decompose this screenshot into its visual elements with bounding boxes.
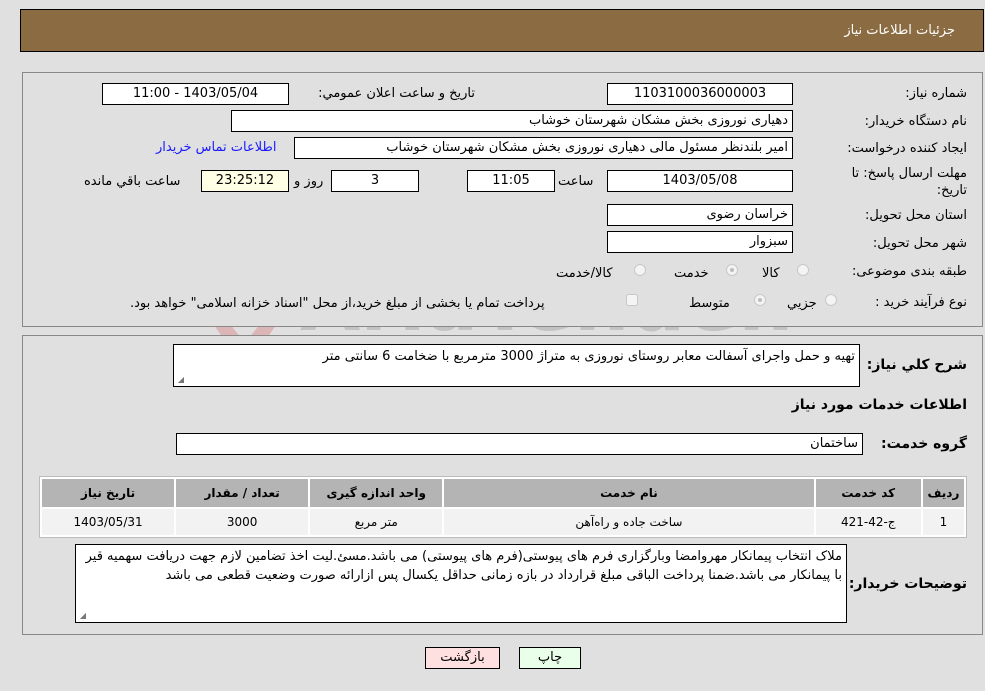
- category-option-goods: کالا: [762, 266, 780, 281]
- cell-service-code: ج-42-421: [815, 509, 921, 535]
- summary-text: تهیه و حمل واجرای آسفالت معابر روستای نو…: [322, 349, 855, 364]
- category-radio-goods-service[interactable]: [634, 264, 646, 276]
- back-button[interactable]: بازگشت: [425, 647, 500, 669]
- buyer-contact-link[interactable]: اطلاعات تماس خریدار: [156, 140, 276, 155]
- service-group-label: گروه خدمت:: [881, 436, 967, 452]
- city-label: شهر محل تحویل:: [872, 236, 967, 251]
- service-group-field[interactable]: ساختمان: [176, 433, 863, 455]
- days-label: روز و: [294, 174, 324, 189]
- purchase-radio-minor[interactable]: [825, 294, 837, 306]
- col-service-name: نام خدمت: [444, 479, 814, 507]
- time-remaining-field: 23:25:12: [201, 170, 289, 192]
- treasury-checkbox[interactable]: [626, 294, 638, 306]
- col-quantity: تعداد / مقدار: [176, 479, 309, 507]
- services-table: ردیف کد خدمت نام خدمت واحد اندازه گیری ت…: [39, 476, 967, 538]
- deadline-time-label: ساعت: [558, 174, 594, 189]
- category-radio-service[interactable]: [726, 264, 738, 276]
- requester-label: ایجاد کننده درخواست:: [847, 141, 967, 156]
- buyer-notes-label: توضیحات خریدار:: [848, 576, 967, 592]
- cell-need-date: 1403/05/31: [42, 509, 175, 535]
- purchase-option-minor: جزيي: [787, 296, 817, 311]
- print-button[interactable]: چاپ: [519, 647, 581, 669]
- page-title: جزئیات اطلاعات نیاز: [844, 23, 955, 38]
- cell-row-number: 1: [922, 509, 964, 535]
- time-remaining-label: ساعت باقي مانده: [84, 174, 181, 189]
- col-service-code: کد خدمت: [815, 479, 921, 507]
- buyer-org-field[interactable]: دهیاری نوروزی بخش مشکان شهرستان خوشاب: [231, 110, 793, 132]
- purchase-option-medium: متوسط: [689, 296, 730, 311]
- services-table-wrap: ردیف کد خدمت نام خدمت واحد اندازه گیری ت…: [39, 476, 967, 538]
- cell-unit: متر مربع: [310, 509, 443, 535]
- buyer-org-label: نام دستگاه خریدار:: [864, 114, 967, 129]
- table-header-row: ردیف کد خدمت نام خدمت واحد اندازه گیری ت…: [42, 479, 964, 507]
- purchase-radio-medium[interactable]: [754, 294, 766, 306]
- summary-textarea[interactable]: تهیه و حمل واجرای آسفالت معابر روستای نو…: [173, 344, 860, 387]
- days-remaining-field[interactable]: 3: [331, 170, 419, 192]
- announce-datetime-label: تاریخ و ساعت اعلان عمومي:: [318, 86, 475, 101]
- province-label: استان محل تحویل:: [865, 208, 967, 223]
- purchase-type-label: نوع فرآیند خرید :: [875, 295, 967, 310]
- deadline-label: مهلت ارسال پاسخ: تا تاریخ:: [851, 166, 967, 198]
- col-unit: واحد اندازه گیری: [310, 479, 443, 507]
- category-option-goods-service: کالا/خدمت: [556, 266, 613, 281]
- category-option-service: خدمت: [674, 266, 709, 281]
- cell-quantity: 3000: [176, 509, 309, 535]
- need-number-field[interactable]: 1103100036000003: [607, 83, 793, 105]
- cell-service-name: ساخت جاده و راه‌آهن: [444, 509, 814, 535]
- services-section-title: اطلاعات خدمات مورد نیاز: [791, 397, 967, 413]
- col-need-date: تاریخ نیاز: [42, 479, 175, 507]
- category-radio-goods[interactable]: [797, 264, 809, 276]
- page-header: جزئیات اطلاعات نیاز: [20, 9, 984, 52]
- table-row: 1 ج-42-421 ساخت جاده و راه‌آهن متر مربع …: [42, 509, 964, 535]
- treasury-note: پرداخت تمام یا بخشی از مبلغ خرید،از محل …: [130, 296, 545, 311]
- buyer-notes-textarea[interactable]: ملاک انتخاب پیمانکار مهروامضا وبارگزاری …: [75, 544, 847, 623]
- resize-handle-icon[interactable]: ◢: [78, 612, 86, 620]
- buyer-notes-text: ملاک انتخاب پیمانکار مهروامضا وبارگزاری …: [85, 549, 842, 583]
- category-label: طبقه بندی موضوعی:: [851, 264, 967, 279]
- resize-handle-icon[interactable]: ◢: [176, 376, 184, 384]
- need-number-label: شماره نیاز:: [905, 86, 967, 101]
- city-field[interactable]: سبزوار: [607, 231, 793, 253]
- province-field[interactable]: خراسان رضوی: [607, 204, 793, 226]
- announce-datetime-field[interactable]: 1403/05/04 - 11:00: [102, 83, 289, 105]
- col-row-number: ردیف: [922, 479, 964, 507]
- deadline-date-field[interactable]: 1403/05/08: [607, 170, 793, 192]
- requester-field[interactable]: امیر بلندنظر مسئول مالی دهیاری نوروزی بخ…: [294, 137, 793, 159]
- deadline-time-field[interactable]: 11:05: [467, 170, 555, 192]
- summary-label: شرح کلي نياز:: [866, 357, 967, 373]
